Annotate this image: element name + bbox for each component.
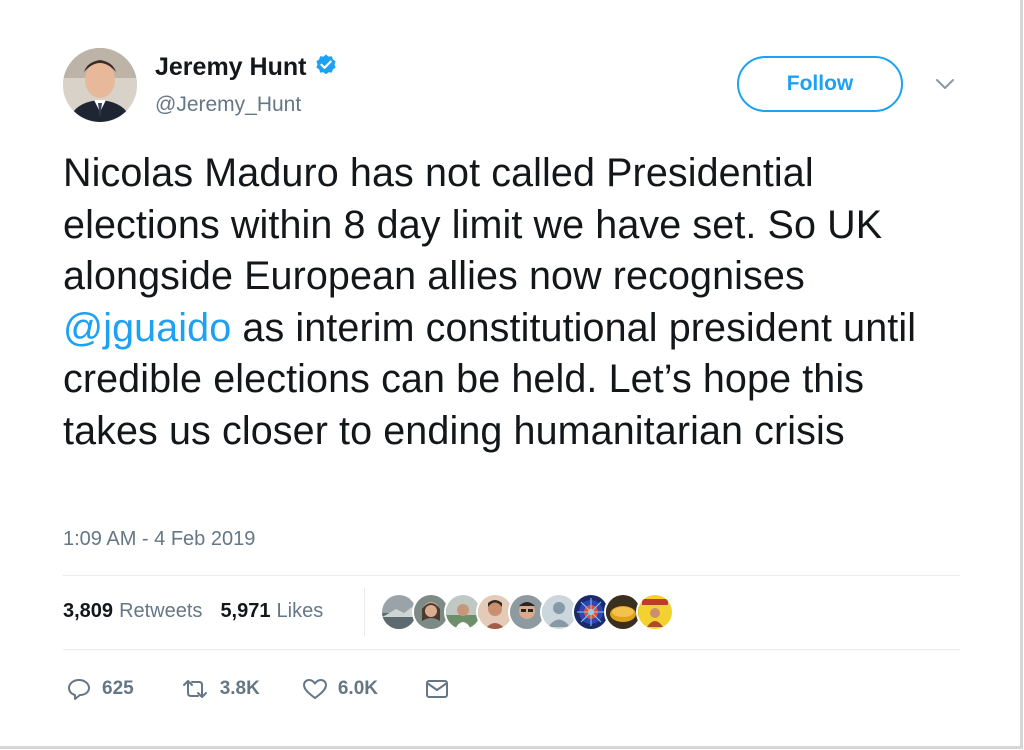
tweet-actions: 625 3.8K 6.0K — [63, 676, 450, 702]
retweets-stat[interactable]: 3,809 Retweets — [63, 600, 202, 623]
retweets-label: Retweets — [119, 600, 203, 622]
tweet-card: Jeremy Hunt @Jeremy_Hunt Follow Nicolas … — [0, 0, 1023, 749]
like-icon — [302, 677, 328, 701]
engagement-stats: 3,809 Retweets 5,971 Likes — [63, 600, 341, 623]
reply-icon — [66, 676, 92, 702]
retweet-count: 3.8K — [219, 678, 260, 699]
verified-badge-icon — [314, 53, 338, 82]
reply-action[interactable]: 625 — [66, 676, 134, 702]
like-action[interactable]: 6.0K — [302, 677, 378, 701]
message-icon — [424, 678, 450, 700]
author-name-row: Jeremy Hunt — [155, 53, 338, 82]
like-count: 6.0K — [337, 678, 378, 699]
likes-stat[interactable]: 5,971 Likes — [220, 600, 323, 623]
author-handle[interactable]: @Jeremy_Hunt — [155, 93, 301, 117]
retweet-icon — [180, 676, 210, 702]
author-avatar[interactable] — [63, 48, 137, 122]
divider-top — [63, 575, 960, 576]
tweet-text-part1: Nicolas Maduro has not called Presidenti… — [63, 151, 883, 298]
retweet-action[interactable]: 3.8K — [180, 676, 260, 702]
avatar-photo — [63, 48, 137, 122]
likes-label: Likes — [276, 600, 324, 622]
tweet-text: Nicolas Maduro has not called Presidenti… — [63, 148, 963, 457]
liker-avatars — [380, 593, 674, 631]
divider-bottom — [63, 649, 960, 650]
chevron-down-icon[interactable] — [934, 76, 956, 92]
retweets-count: 3,809 — [63, 600, 114, 622]
tweet-timestamp[interactable]: 1:09 AM - 4 Feb 2019 — [63, 528, 255, 551]
liker-avatar[interactable] — [636, 593, 674, 631]
follow-button[interactable]: Follow — [737, 56, 903, 112]
reply-count: 625 — [102, 678, 134, 699]
author-name[interactable]: Jeremy Hunt — [155, 53, 306, 82]
direct-message-action[interactable] — [424, 678, 450, 700]
likes-count: 5,971 — [220, 600, 271, 622]
mention-link[interactable]: @jguaido — [63, 306, 231, 350]
stats-separator — [364, 588, 365, 636]
